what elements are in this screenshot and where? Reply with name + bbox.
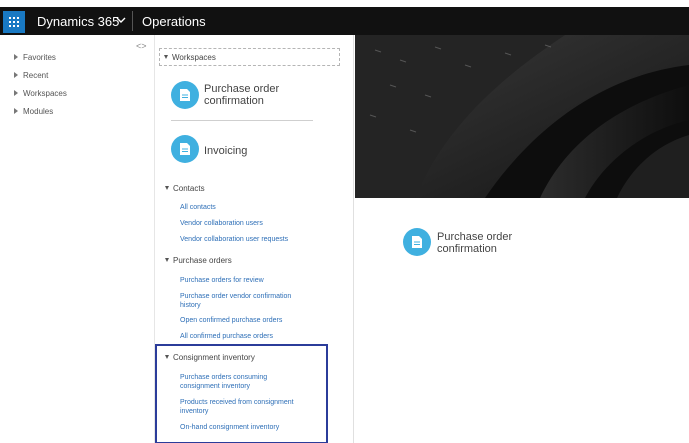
document-icon <box>403 228 431 256</box>
expand-icon <box>14 72 18 78</box>
tile-label: confirmation <box>437 243 497 255</box>
link-purchase-orders-consuming-consignment-inventory[interactable]: Purchase orders consuming <box>180 373 267 382</box>
nav-item-modules[interactable]: Modules <box>14 107 53 116</box>
nav-item-workspaces[interactable]: Workspaces <box>14 89 67 98</box>
nav-item-recent[interactable]: Recent <box>14 71 48 80</box>
module-name[interactable]: Operations <box>142 14 206 29</box>
link-vendor-collaboration-users[interactable]: Vendor collaboration users <box>180 219 263 228</box>
nav-item-label: Modules <box>23 107 54 116</box>
expand-icon <box>14 108 18 114</box>
link-products-received-from-consignment-inventory-line2[interactable]: inventory <box>180 407 208 416</box>
divider <box>171 120 313 121</box>
chevron-down-icon[interactable] <box>116 16 126 24</box>
app-launcher-button[interactable] <box>3 11 25 33</box>
expand-icon <box>14 90 18 96</box>
section-header-purchase-orders[interactable]: Purchase orders <box>165 256 232 265</box>
document-icon <box>171 81 199 109</box>
link-all-confirmed-purchase-orders[interactable]: All confirmed purchase orders <box>180 332 273 341</box>
expand-icon <box>14 54 18 60</box>
tile-label: Invoicing <box>204 145 248 157</box>
collapse-icon <box>165 186 169 190</box>
section-header-consignment-inventory[interactable]: Consignment inventory <box>165 353 255 362</box>
workspaces-flyout: Workspaces Purchase order confirmation I… <box>155 35 354 443</box>
link-products-received-from-consignment-inventory[interactable]: Products received from consignment <box>180 398 294 407</box>
app-name[interactable]: Dynamics 365 <box>37 14 119 29</box>
link-purchase-order-vendor-confirmation-history-line2[interactable]: history <box>180 301 201 310</box>
tile-label: confirmation <box>204 95 264 107</box>
link-purchase-orders-consuming-consignment-inventory-line2[interactable]: consignment inventory <box>180 382 250 391</box>
link-purchase-order-vendor-confirmation-history[interactable]: Purchase order vendor confirmation <box>180 292 291 301</box>
link-on-hand-consignment-inventory[interactable]: On-hand consignment inventory <box>180 423 279 432</box>
collapse-icon <box>165 355 169 359</box>
divider <box>132 11 133 31</box>
waffle-icon <box>9 17 19 27</box>
tile-label: Purchase order <box>437 231 513 243</box>
tile-label: Purchase order <box>204 83 280 95</box>
section-header-contacts[interactable]: Contacts <box>165 184 205 193</box>
link-vendor-collaboration-user-requests[interactable]: Vendor collaboration user requests <box>180 235 288 244</box>
navigation-pane: <> Favorites Recent Workspaces Modules <box>0 35 155 443</box>
document-icon <box>171 135 199 163</box>
collapse-pane-icon[interactable]: <> <box>136 41 147 51</box>
banner-graphic <box>355 35 689 198</box>
workspace-banner-image <box>355 35 689 198</box>
nav-item-favorites[interactable]: Favorites <box>14 53 56 62</box>
nav-item-label: Workspaces <box>23 89 67 98</box>
link-all-contacts[interactable]: All contacts <box>180 203 216 212</box>
collapse-icon <box>164 55 168 59</box>
nav-item-label: Favorites <box>23 53 56 62</box>
nav-item-label: Recent <box>23 71 49 80</box>
link-open-confirmed-purchase-orders[interactable]: Open confirmed purchase orders <box>180 316 282 325</box>
link-purchase-orders-for-review[interactable]: Purchase orders for review <box>180 276 264 285</box>
collapse-icon <box>165 258 169 262</box>
top-bar: Dynamics 365 Operations <box>0 7 689 35</box>
workspaces-header[interactable]: Workspaces <box>159 48 340 66</box>
workspaces-header-label: Workspaces <box>164 53 216 62</box>
